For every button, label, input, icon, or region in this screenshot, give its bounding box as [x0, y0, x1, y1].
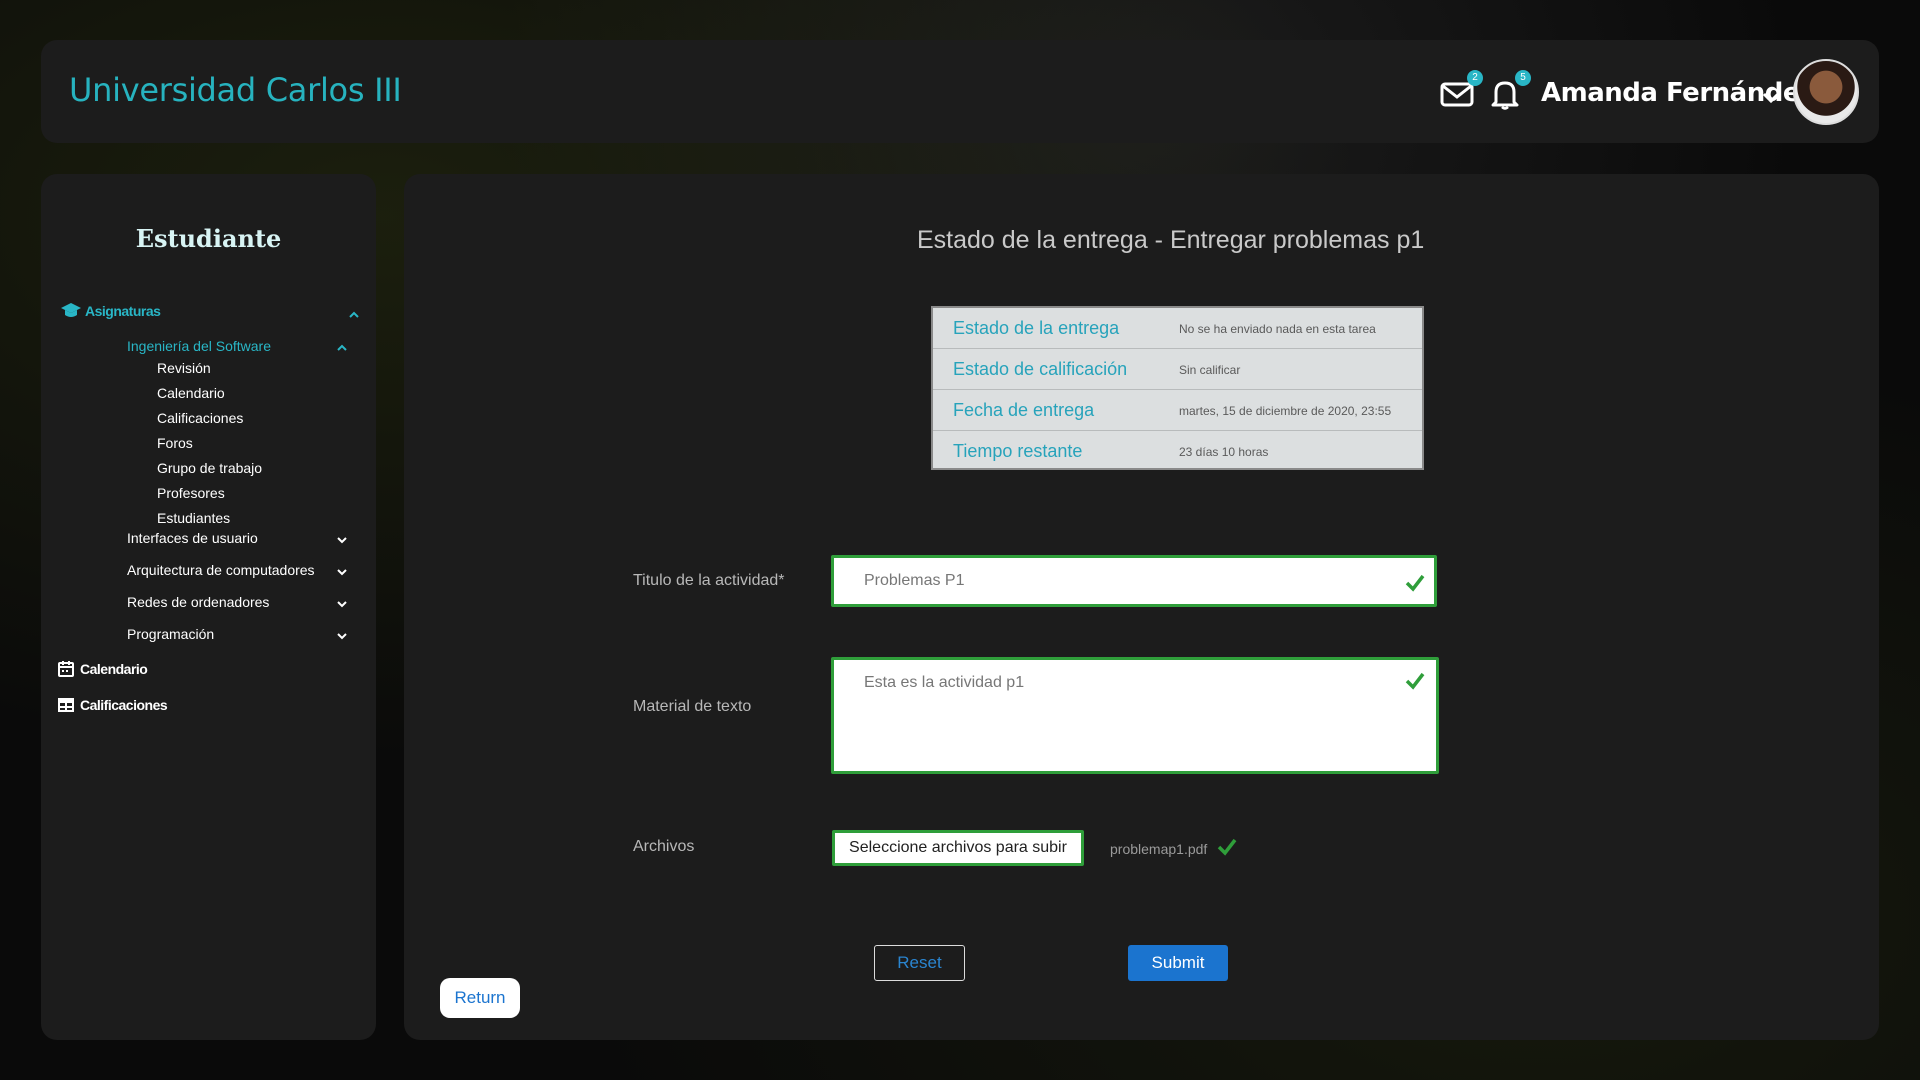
status-label: Fecha de entrega — [953, 400, 1095, 420]
mail-badge: 2 — [1467, 70, 1483, 86]
table-row: Tiempo restante 23 días 10 horas — [933, 431, 1422, 472]
sidebar-item-profesores[interactable]: Profesores — [157, 485, 225, 501]
avatar[interactable] — [1793, 59, 1859, 125]
sidebar-item-redes[interactable]: Redes de ordenadores — [127, 594, 269, 610]
sidebar-item-ingenieria-software[interactable]: Ingeniería del Software — [127, 338, 271, 354]
mail-icon[interactable]: 2 — [1439, 70, 1483, 112]
chevron-up-icon[interactable] — [347, 308, 361, 322]
text-material-textarea[interactable]: Esta es la actividad p1 — [831, 657, 1439, 774]
return-button[interactable]: Return — [440, 978, 520, 1018]
sidebar: Estudiante Asignaturas Ingeniería del So… — [41, 174, 376, 1040]
sidebar-title: Estudiante — [135, 224, 282, 253]
activity-title-value: Problemas P1 — [864, 572, 965, 589]
chevron-down-icon[interactable] — [335, 533, 349, 547]
activity-title-label: Titulo de la actividad* — [633, 572, 785, 589]
brand-title[interactable]: Universidad Carlos III — [69, 71, 402, 109]
chevron-down-icon[interactable] — [335, 597, 349, 611]
bell-badge: 5 — [1515, 70, 1531, 86]
submit-button[interactable]: Submit — [1128, 945, 1228, 981]
status-value: martes, 15 de diciembre de 2020, 23:55 — [1179, 404, 1392, 418]
table-row: Fecha de entrega martes, 15 de diciembre… — [933, 390, 1422, 431]
status-value: Sin calificar — [1179, 363, 1241, 377]
chevron-down-icon[interactable] — [1761, 88, 1781, 108]
top-bar: Universidad Carlos III 2 5 Amanda Fernán… — [41, 40, 1879, 143]
sidebar-item-calificaciones[interactable]: Calificaciones — [157, 410, 243, 426]
calendar-icon — [58, 661, 74, 677]
sidebar-item-label: Asignaturas — [85, 303, 161, 319]
sidebar-item-grupo-trabajo[interactable]: Grupo de trabajo — [157, 460, 262, 476]
sidebar-item-calendario-main[interactable]: Calendario — [56, 660, 148, 678]
uploaded-file-name: problemap1.pdf — [1110, 841, 1208, 857]
page-title: Estado de la entrega - Entregar problema… — [917, 226, 1425, 254]
bell-icon[interactable]: 5 — [1487, 70, 1531, 112]
activity-title-input[interactable]: Problemas P1 — [831, 555, 1437, 607]
sidebar-item-revision[interactable]: Revisión — [157, 360, 211, 376]
table-row: Estado de la entrega No se ha enviado na… — [933, 308, 1422, 349]
status-label: Estado de la entrega — [953, 318, 1120, 338]
sidebar-item-arquitectura[interactable]: Arquitectura de computadores — [127, 562, 315, 578]
sidebar-item-estudiantes[interactable]: Estudiantes — [157, 510, 230, 526]
sidebar-item-calificaciones-main[interactable]: Calificaciones — [56, 696, 168, 714]
chevron-down-icon[interactable] — [335, 565, 349, 579]
sidebar-item-calendario[interactable]: Calendario — [157, 385, 225, 401]
files-label: Archivos — [633, 838, 695, 855]
check-icon — [1405, 672, 1425, 690]
graduation-cap-icon — [61, 303, 81, 317]
main-panel: Estado de la entrega - Entregar problema… — [404, 174, 1879, 1040]
sidebar-item-foros[interactable]: Foros — [157, 435, 193, 451]
check-icon — [1217, 838, 1237, 856]
chevron-down-icon[interactable] — [335, 629, 349, 643]
check-icon — [1405, 574, 1425, 592]
reset-button[interactable]: Reset — [874, 945, 965, 981]
status-value: 23 días 10 horas — [1179, 445, 1269, 459]
submission-status-table: Estado de la entrega No se ha enviado na… — [931, 306, 1424, 470]
sidebar-item-label: Calificaciones — [80, 697, 168, 713]
chevron-up-icon[interactable] — [335, 341, 349, 355]
sidebar-item-asignaturas[interactable]: Asignaturas — [61, 302, 161, 320]
status-value: No se ha enviado nada en esta tarea — [1179, 322, 1376, 336]
table-row: Estado de calificación Sin calificar — [933, 349, 1422, 390]
text-material-value: Esta es la actividad p1 — [864, 674, 1025, 691]
file-upload-button[interactable]: Seleccione archivos para subir — [832, 830, 1084, 866]
table-icon — [58, 698, 74, 712]
status-label: Tiempo restante — [953, 441, 1083, 461]
sidebar-item-programacion[interactable]: Programación — [127, 626, 214, 642]
sidebar-item-interfaces[interactable]: Interfaces de usuario — [127, 530, 258, 546]
status-label: Estado de calificación — [953, 359, 1128, 379]
text-material-label: Material de texto — [633, 698, 752, 715]
sidebar-item-label: Calendario — [80, 661, 148, 677]
